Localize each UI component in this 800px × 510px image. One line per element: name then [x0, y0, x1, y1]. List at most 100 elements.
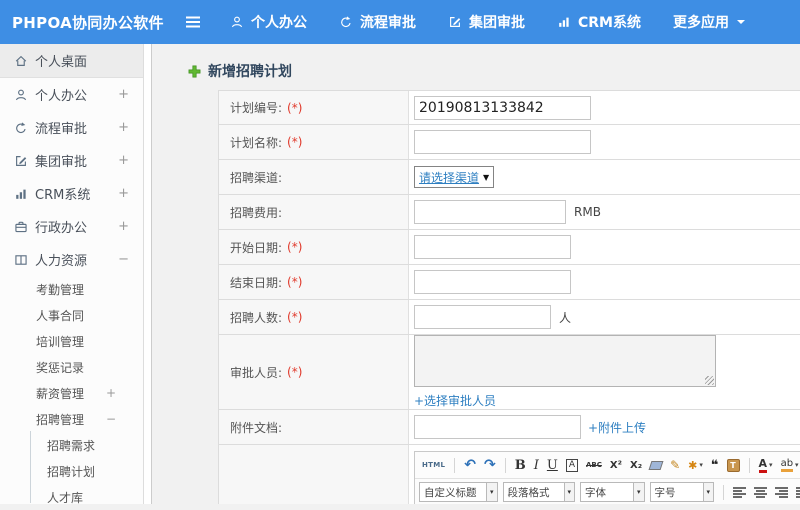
edit-icon: [13, 154, 28, 168]
font-border-button[interactable]: A: [563, 455, 581, 475]
sidebar-scrollbar[interactable]: [144, 44, 152, 504]
expand-plus-icon[interactable]: +: [106, 386, 116, 400]
align-left-button[interactable]: [730, 482, 749, 502]
workflow-icon: [339, 15, 353, 29]
sidebar-item-crm-system[interactable]: CRM系统 +: [0, 177, 143, 210]
font-family-select[interactable]: 字体 ▾: [580, 482, 645, 502]
sidebar-item-reward-punishment[interactable]: 奖惩记录: [0, 354, 143, 380]
html-source-button[interactable]: HTML: [419, 455, 448, 475]
expand-minus-icon[interactable]: −: [118, 252, 129, 267]
expand-plus-icon[interactable]: +: [118, 186, 129, 201]
strikethrough-button[interactable]: ABC: [583, 455, 605, 475]
recruit-cost-input[interactable]: [414, 200, 566, 224]
input-suffix: 人: [559, 310, 572, 325]
form-label: 招聘费用:: [230, 205, 283, 220]
expand-minus-icon[interactable]: −: [106, 412, 116, 426]
top-menu-group-approval[interactable]: 集团审批: [448, 12, 525, 32]
toolbar-separator: [723, 484, 725, 500]
form-label-cell: 审批人员: (*): [219, 335, 409, 409]
font-color-button[interactable]: A ▾: [756, 455, 776, 475]
expand-plus-icon[interactable]: +: [118, 120, 129, 135]
select-label: 字体: [585, 486, 607, 499]
attachment-upload-link[interactable]: +附件上传: [588, 419, 646, 436]
expand-plus-icon[interactable]: +: [118, 219, 129, 234]
edit-icon: [448, 15, 462, 29]
toolbar-separator: [504, 457, 506, 473]
approvers-textarea[interactable]: [414, 335, 716, 387]
underline-button[interactable]: U: [544, 455, 561, 475]
highlight-color-button[interactable]: ab ▾: [778, 455, 800, 475]
sidebar-item-label: 招聘计划: [47, 464, 96, 479]
form-row-recruit-channel: 招聘渠道: 请选择渠道 ▼: [219, 160, 800, 195]
sidebar-item-label: 集团审批: [35, 155, 88, 170]
toolbar-glyph: ✎: [670, 458, 681, 472]
plan-number-input[interactable]: [414, 95, 591, 120]
font-size-select[interactable]: 字号 ▾: [649, 482, 715, 502]
bold-button[interactable]: B: [512, 455, 529, 475]
expand-plus-icon[interactable]: +: [118, 153, 129, 168]
sidebar-item-training-mgmt[interactable]: 培训管理: [0, 328, 143, 354]
approvers-link[interactable]: +选择审批人员: [414, 392, 496, 409]
undo-button[interactable]: ↶: [461, 455, 479, 475]
sidebar-item-recruit-demand[interactable]: 招聘需求: [0, 432, 143, 458]
top-menu: 个人办公 流程审批 集团审批 CRM系统 更多应用: [230, 12, 746, 32]
sidebar-item-workflow-approval[interactable]: 流程审批 +: [0, 111, 143, 144]
form-label: 计划编号:: [230, 101, 283, 115]
caret-down-icon: ▾: [795, 461, 799, 469]
required-marker: (*): [287, 275, 303, 289]
sidebar-item-group-approval[interactable]: 集团审批 +: [0, 144, 143, 177]
caret-down-icon: ▾: [769, 461, 773, 469]
select-label: 字号: [654, 486, 676, 499]
redo-button[interactable]: ↷: [481, 455, 499, 475]
editor-toolbar-row2: 自定义标题 ▾ 段落格式 ▾ 字体 ▾ 字号 ▾: [415, 479, 800, 504]
superscript-button[interactable]: X²: [607, 455, 625, 475]
sidebar-list: 个人桌面 个人办公 + 流程审批 + 集团审批 + CRM系统 + 行政办公 + 人力资源 − 考勤管理人…: [0, 44, 143, 510]
italic-button[interactable]: I: [531, 455, 542, 475]
recruit-count-input[interactable]: [414, 305, 551, 329]
page-title-text: 新增招聘计划: [208, 64, 292, 80]
sidebar-item-personal-office[interactable]: 个人办公 +: [0, 78, 143, 111]
plan-name-input[interactable]: [414, 130, 591, 154]
card-icon: [13, 253, 28, 267]
recruit-channel-select[interactable]: 请选择渠道 ▼: [414, 166, 495, 188]
sidebar-item-recruit-mgmt[interactable]: 招聘管理 −: [0, 406, 143, 432]
form-control-cell: [409, 91, 800, 124]
expand-plus-icon[interactable]: +: [118, 87, 129, 102]
hamburger-menu-button[interactable]: [184, 15, 202, 29]
autotypeset-button[interactable]: ✱ ▾: [685, 455, 706, 475]
paste-button[interactable]: T: [724, 455, 743, 475]
sidebar-item-label: 人事合同: [36, 308, 85, 323]
sidebar-item-hr-contract[interactable]: 人事合同: [0, 302, 143, 328]
sidebar-item-salary-mgmt[interactable]: 薪资管理 +: [0, 380, 143, 406]
sidebar-item-label: 人才库: [47, 490, 84, 505]
paragraph-format-select[interactable]: 段落格式 ▾: [502, 482, 576, 502]
sidebar-item-attendance-mgmt[interactable]: 考勤管理: [0, 276, 143, 302]
justify-button[interactable]: [793, 482, 800, 502]
sidebar-item-talent-pool[interactable]: 人才库: [0, 484, 143, 510]
sidebar-item-recruit-plan[interactable]: 招聘计划: [0, 458, 143, 484]
person-icon: [13, 88, 28, 102]
workflow-icon: [13, 121, 28, 135]
sidebar-item-human-resources[interactable]: 人力资源 −: [0, 243, 143, 276]
caret-down-icon: ▾: [486, 483, 497, 501]
eraser-button[interactable]: [647, 455, 665, 475]
chart-icon: [557, 15, 571, 29]
end-date-input[interactable]: [414, 270, 571, 294]
attachment-input[interactable]: [414, 415, 581, 439]
align-right-button[interactable]: [772, 482, 791, 502]
format-brush-button[interactable]: ✎: [667, 455, 683, 475]
top-menu-more-apps[interactable]: 更多应用: [673, 12, 746, 32]
toolbar-glyph: ↷: [484, 457, 496, 473]
toolbar-glyph: A: [565, 458, 579, 472]
blockquote-button[interactable]: ❝: [708, 455, 722, 475]
align-center-button[interactable]: [751, 482, 770, 502]
form-control-cell: [409, 265, 800, 299]
top-menu-personal-office[interactable]: 个人办公: [230, 12, 307, 32]
custom-title-select[interactable]: 自定义标题 ▾: [419, 482, 498, 502]
subscript-button[interactable]: X₂: [627, 455, 645, 475]
sidebar-item-admin-office[interactable]: 行政办公 +: [0, 210, 143, 243]
start-date-input[interactable]: [414, 235, 571, 259]
top-menu-workflow-approval[interactable]: 流程审批: [339, 12, 416, 32]
top-menu-crm-system[interactable]: CRM系统: [557, 12, 641, 32]
sidebar-item-personal-desktop[interactable]: 个人桌面: [0, 44, 143, 78]
